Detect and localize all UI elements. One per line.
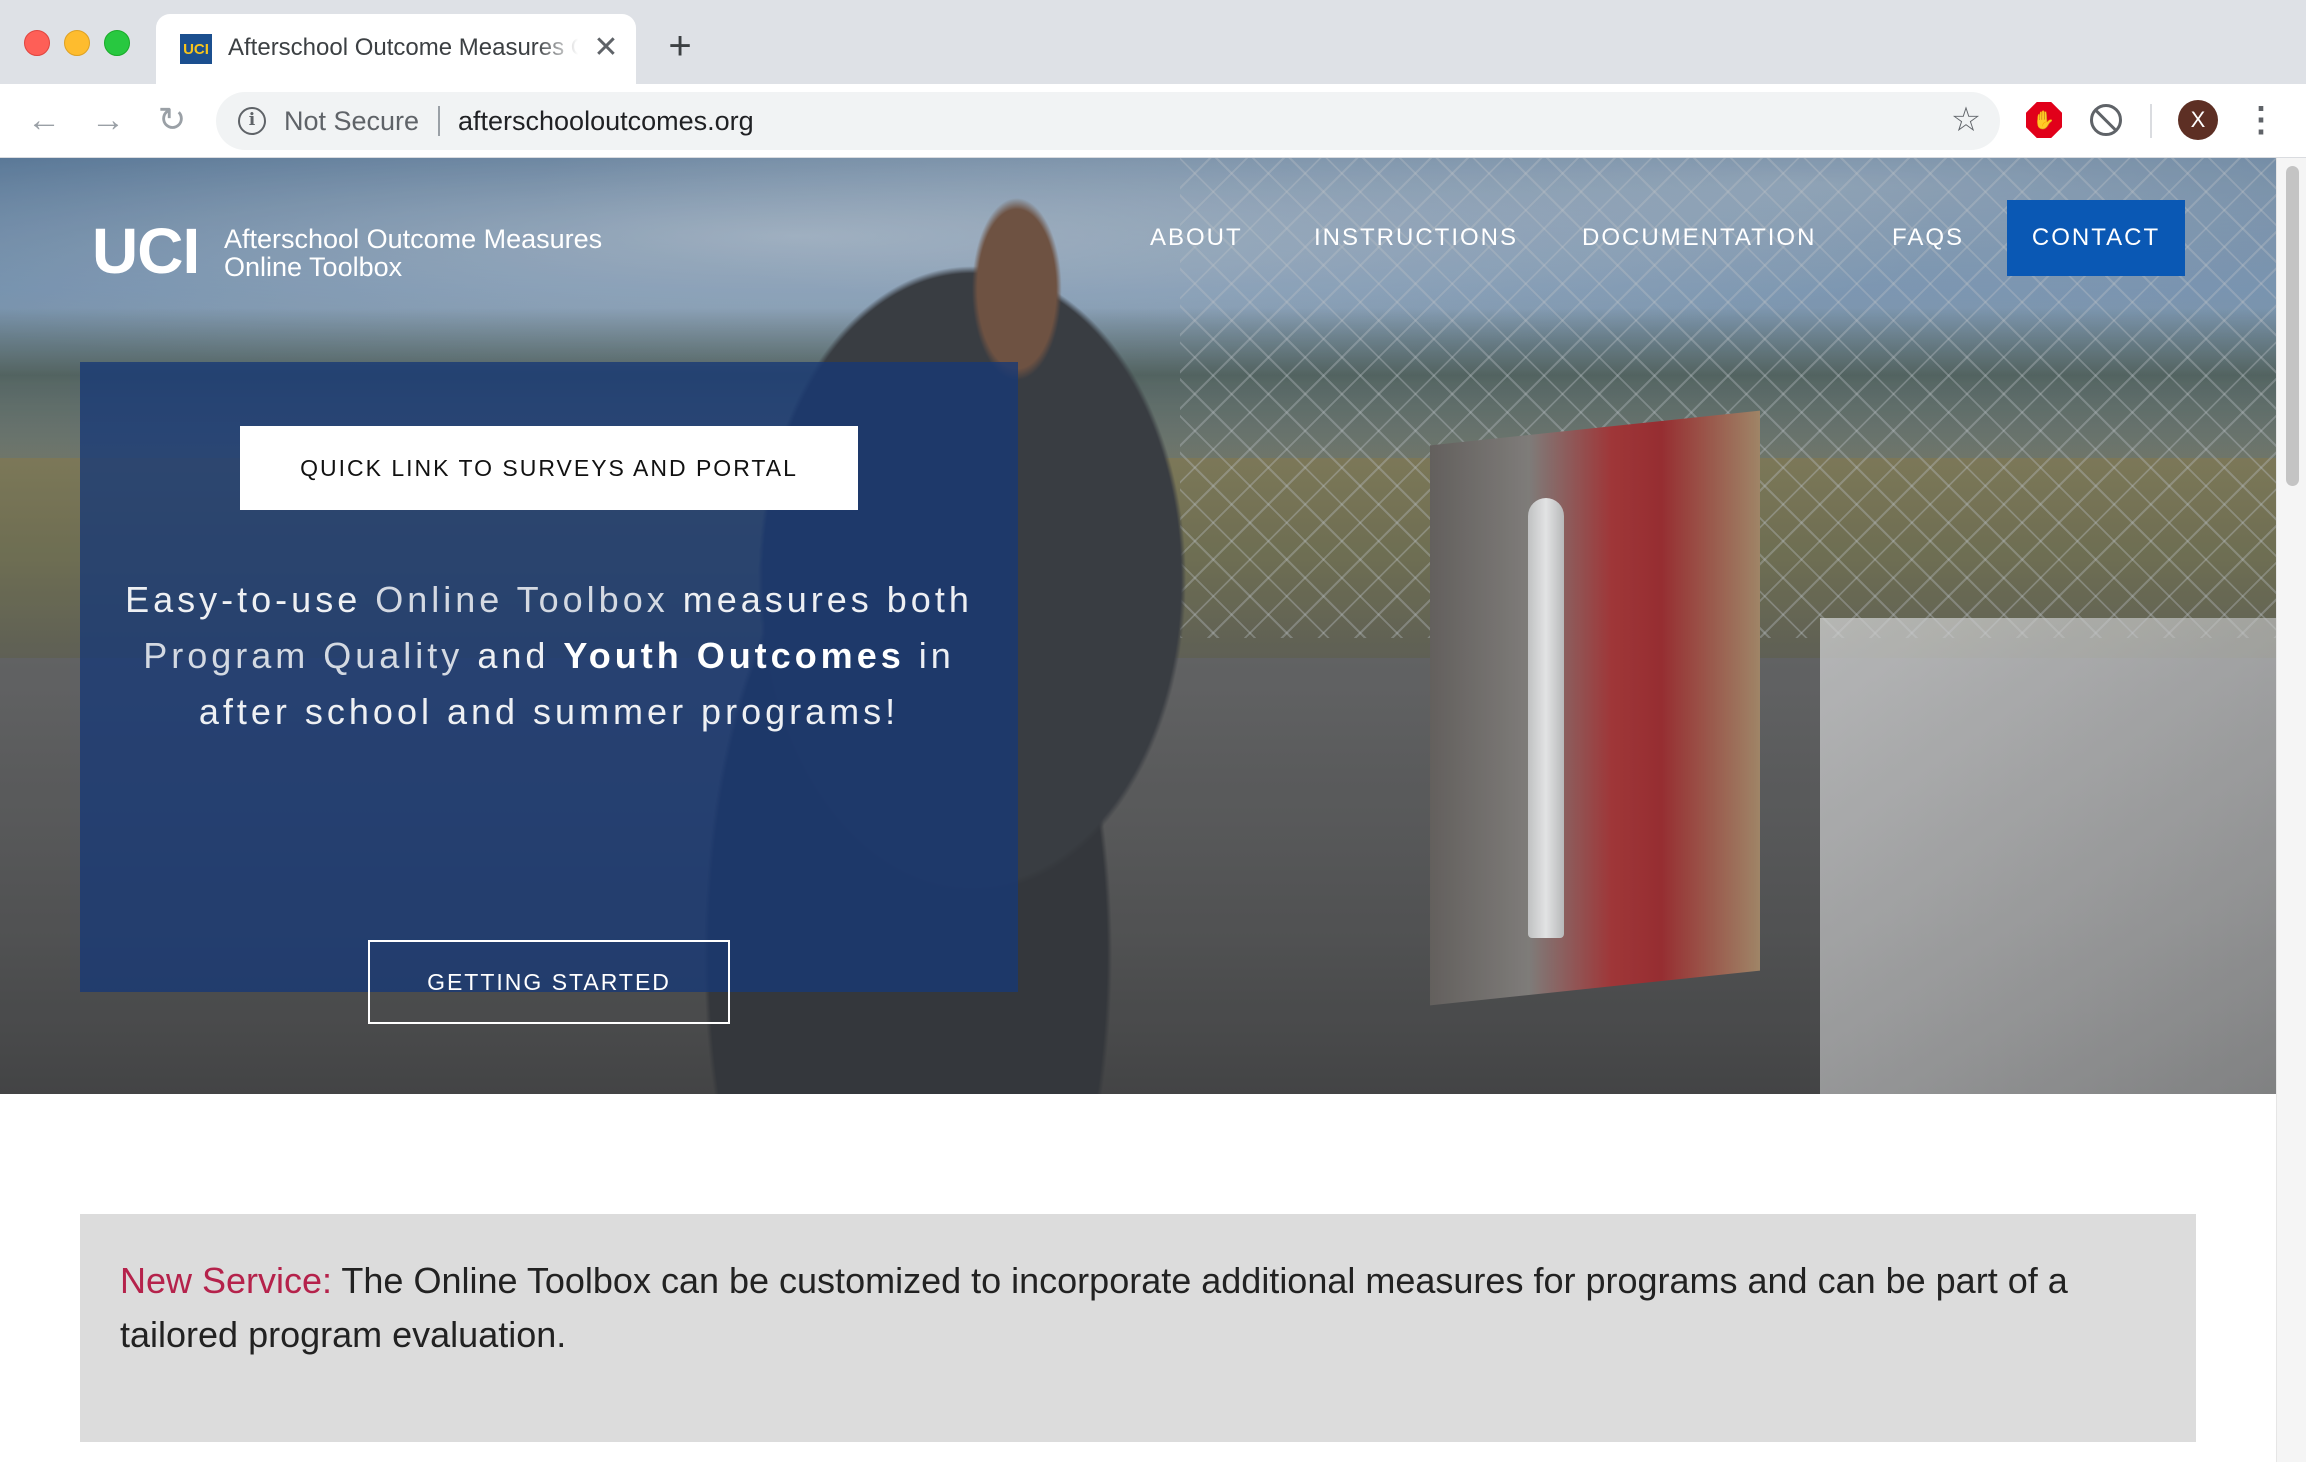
logo-mark: UCI xyxy=(92,215,200,287)
site-logo[interactable]: UCI Afterschool Outcome Measures Online … xyxy=(92,216,612,296)
profile-avatar[interactable]: X xyxy=(2178,100,2218,140)
announcement-box: New Service: The Online Toolbox can be c… xyxy=(80,1214,2196,1442)
announcement-text: New Service: The Online Toolbox can be c… xyxy=(120,1254,2160,1362)
new-tab-button[interactable]: + xyxy=(660,26,700,66)
tagline-part: Online Toolbox xyxy=(375,579,669,620)
url-text[interactable]: afterschooloutcomes.org xyxy=(458,106,754,137)
star-icon[interactable]: ☆ xyxy=(1946,100,1986,140)
tab-title: Afterschool Outcome Measures Online Tool… xyxy=(228,34,578,61)
back-arrow-icon[interactable]: ← xyxy=(22,98,66,142)
page-scrollbar[interactable] xyxy=(2276,158,2306,1462)
tagline-part: Program Quality xyxy=(143,635,464,676)
tagline-part: after school and summer programs! xyxy=(198,691,900,732)
announcement-body: The Online Toolbox can be customized to … xyxy=(120,1260,2068,1355)
info-icon[interactable]: i xyxy=(238,107,266,135)
maximize-window-button[interactable] xyxy=(104,30,130,56)
uci-favicon-icon: UCI xyxy=(180,34,212,64)
hero-panel: QUICK LINK TO SURVEYS AND PORTAL Easy-to… xyxy=(80,362,1018,1024)
logo-title-line1: Afterschool Outcome Measures xyxy=(224,224,603,254)
browser-toolbar: ← → ↻ i Not Secure afterschooloutcomes.o… xyxy=(0,84,2306,158)
tagline-part: measures both xyxy=(668,579,973,620)
minimize-window-button[interactable] xyxy=(64,30,90,56)
address-bar[interactable]: i Not Secure afterschooloutcomes.org ☆ xyxy=(216,92,2000,150)
security-indicator[interactable]: Not Secure xyxy=(284,106,419,137)
browser-tab-active[interactable]: UCI Afterschool Outcome Measures Online … xyxy=(156,14,636,84)
logo-title-line2: Online Toolbox xyxy=(224,252,403,282)
nav-documentation[interactable]: DOCUMENTATION xyxy=(1582,224,1816,252)
getting-started-button[interactable]: GETTING STARTED xyxy=(368,940,730,1024)
close-window-button[interactable] xyxy=(24,30,50,56)
tagline-part: in xyxy=(904,635,955,676)
tagline-highlight: Youth Outcomes xyxy=(563,635,905,676)
nav-faqs[interactable]: FAQS xyxy=(1892,224,1964,252)
no-entry-icon[interactable] xyxy=(2090,104,2122,136)
forward-arrow-icon[interactable]: → xyxy=(86,98,130,142)
tab-close-icon[interactable]: ✕ xyxy=(588,30,624,66)
tagline-part: Easy-to-use xyxy=(125,579,376,620)
nav-instructions[interactable]: INSTRUCTIONS xyxy=(1314,224,1518,252)
page-viewport: UCI Afterschool Outcome Measures Online … xyxy=(0,158,2306,1462)
browser-tab-bar: UCI Afterschool Outcome Measures Online … xyxy=(0,0,2306,84)
tagline-part: and xyxy=(463,635,564,676)
toolbar-separator xyxy=(2150,104,2152,138)
announcement-label: New Service: xyxy=(120,1260,333,1301)
reload-icon[interactable]: ↻ xyxy=(150,98,194,142)
address-bar-separator xyxy=(438,106,440,136)
scrollbar-thumb[interactable] xyxy=(2286,166,2299,486)
hero-banner: UCI Afterschool Outcome Measures Online … xyxy=(0,158,2276,1094)
kebab-menu-icon[interactable]: ⋮ xyxy=(2244,100,2278,140)
hero-tagline: Easy-to-use Online Toolbox measures both… xyxy=(100,572,998,740)
stop-hand-icon[interactable]: ✋ xyxy=(2026,102,2062,138)
nav-contact-button[interactable]: CONTACT xyxy=(2007,200,2185,276)
quick-link-button[interactable]: QUICK LINK TO SURVEYS AND PORTAL xyxy=(240,426,858,510)
nav-about[interactable]: ABOUT xyxy=(1150,224,1243,252)
